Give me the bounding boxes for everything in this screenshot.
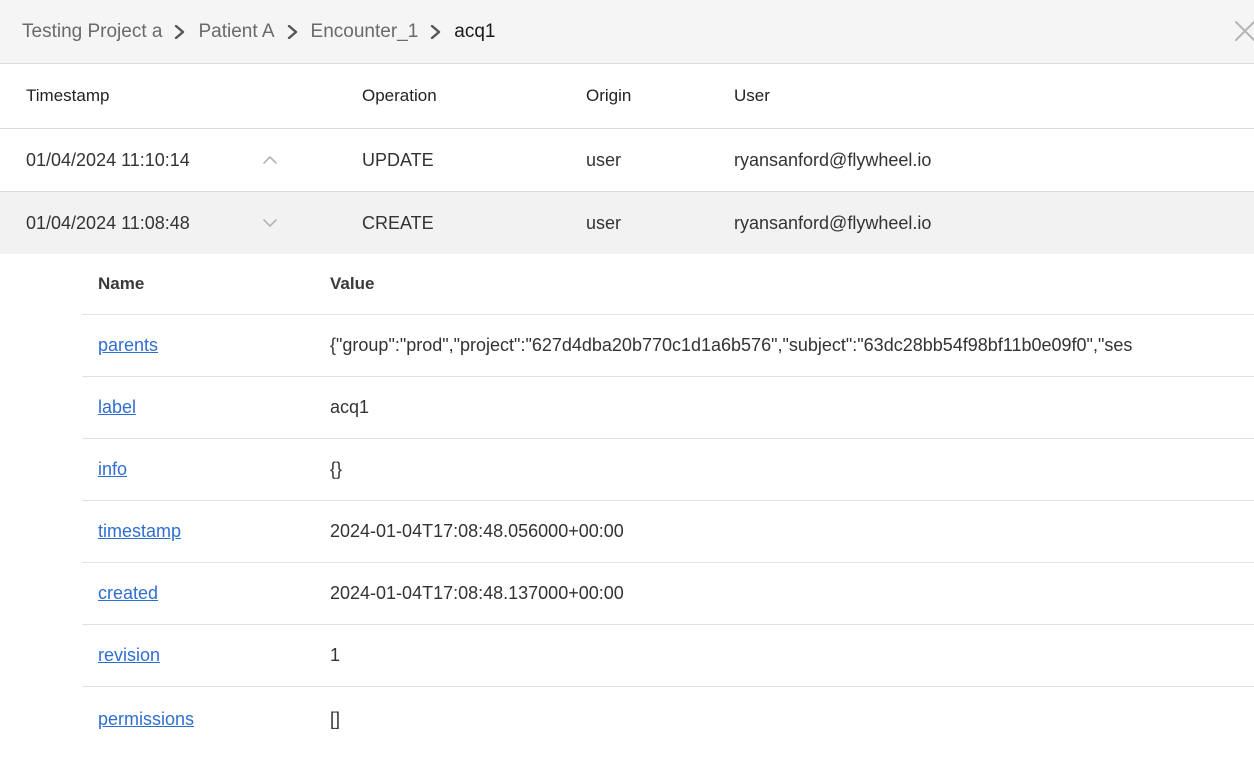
detail-table-header: Name Value [82,254,1254,315]
field-value: 2024-01-04T17:08:48.137000+00:00 [330,583,624,603]
detail-row: permissions [] [82,687,1254,748]
breadcrumb-item-subject[interactable]: Patient A [198,21,274,43]
audit-row-expanded[interactable]: 01/04/2024 11:08:48 CREATE user ryansanf… [0,192,1254,254]
field-value: {} [330,459,343,479]
field-link-created[interactable]: created [98,583,158,604]
detail-row: revision 1 [82,625,1254,687]
audit-row[interactable]: 01/04/2024 11:10:14 UPDATE user ryansanf… [0,129,1254,192]
field-link-info[interactable]: info [98,459,127,480]
breadcrumb-item-project[interactable]: Testing Project a [22,21,162,43]
audit-log-panel: Testing Project a Patient A Encounter_1 … [0,0,1254,758]
field-link-label[interactable]: label [98,397,136,418]
column-header-origin[interactable]: Origin [586,86,631,106]
detail-row: info {} [82,439,1254,501]
chevron-right-icon [287,24,299,39]
chevron-right-icon [174,24,186,39]
row-timestamp: 01/04/2024 11:08:48 [26,212,190,233]
row-operation: UPDATE [362,149,434,170]
column-header-operation[interactable]: Operation [362,86,437,106]
detail-row: created 2024-01-04T17:08:48.137000+00:00 [82,563,1254,625]
column-header-name: Name [98,274,145,293]
chevron-down-icon[interactable] [262,217,278,229]
field-value: [] [330,709,341,729]
column-header-user[interactable]: User [734,86,770,106]
detail-row: label acq1 [82,377,1254,439]
detail-row: timestamp 2024-01-04T17:08:48.056000+00:… [82,501,1254,563]
breadcrumb: Testing Project a Patient A Encounter_1 … [0,0,1254,64]
chevron-right-icon [430,24,442,39]
close-button[interactable] [1230,16,1254,46]
field-value: 1 [330,645,341,665]
field-link-revision[interactable]: revision [98,645,160,666]
column-header-timestamp[interactable]: Timestamp [26,86,109,106]
field-link-parents[interactable]: parents [98,335,158,356]
breadcrumb-item-session[interactable]: Encounter_1 [311,21,419,43]
chevron-up-icon[interactable] [262,154,278,166]
audit-table-header: Timestamp Operation Origin User [0,64,1254,129]
column-header-value: Value [330,274,375,293]
field-link-timestamp[interactable]: timestamp [98,521,181,542]
field-value: acq1 [330,397,370,417]
field-value: 2024-01-04T17:08:48.056000+00:00 [330,521,624,541]
row-user: ryansanford@flywheel.io [734,149,932,170]
close-icon [1235,21,1254,41]
detail-row: parents {"group":"prod","project":"627d4… [82,315,1254,377]
row-timestamp: 01/04/2024 11:10:14 [26,149,190,170]
change-detail-table: Name Value parents {"group":"prod","proj… [0,254,1254,748]
row-operation: CREATE [362,212,434,233]
field-link-permissions[interactable]: permissions [98,709,194,730]
field-value: {"group":"prod","project":"627d4dba20b77… [330,335,1133,355]
row-user: ryansanford@flywheel.io [734,212,932,233]
row-origin: user [586,212,622,233]
row-origin: user [586,149,622,170]
breadcrumb-item-acquisition: acq1 [454,20,496,42]
